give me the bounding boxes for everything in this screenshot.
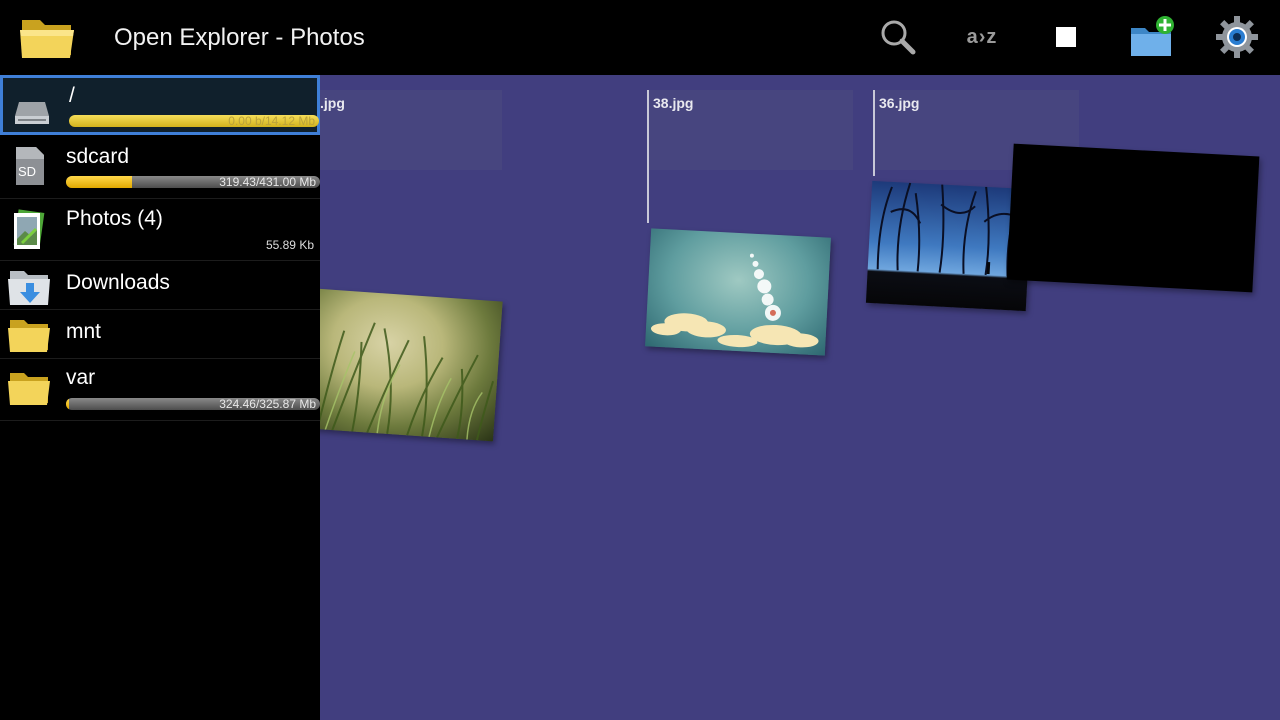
sidebar-item-var[interactable]: var 324.46/325.87 Mb	[0, 359, 320, 421]
sidebar-item-label: mnt	[66, 320, 102, 343]
gear-icon	[1216, 16, 1258, 58]
sidebar-item-downloads[interactable]: Downloads	[0, 261, 320, 310]
trees-photo-thumbnail[interactable]	[865, 180, 1033, 312]
folder-size: 55.89 Kb	[265, 238, 314, 252]
action-bar: Open Explorer - Photos a›z	[0, 0, 1280, 75]
clouds-photo-thumbnail[interactable]	[645, 228, 831, 356]
trees-image	[876, 182, 1023, 277]
downloads-folder-icon	[8, 271, 50, 305]
grass-image	[320, 322, 495, 441]
sidebar-item-mnt[interactable]: mnt	[0, 310, 320, 359]
square-icon	[1056, 27, 1076, 47]
select-button[interactable]	[1038, 10, 1094, 64]
photo-caption: 38.jpg	[653, 95, 694, 111]
black-photo-thumbnail[interactable]	[1006, 143, 1260, 293]
sort-button[interactable]: a›z	[954, 10, 1010, 64]
sort-az-icon: a›z	[966, 25, 998, 48]
svg-text:SD: SD	[18, 164, 36, 179]
drive-icon	[15, 102, 49, 124]
sidebar-item-label: Photos (4)	[66, 207, 163, 230]
sidebar-item-label: var	[66, 366, 96, 389]
photo-gallery: .jpg 38.jpg 36.jpg	[320, 75, 1280, 720]
sidebar-item-label: sdcard	[66, 145, 130, 168]
photo-caption: .jpg	[320, 95, 345, 111]
storage-bar: 319.43/431.00 Mb	[66, 176, 320, 188]
storage-bar: 0.00 b/14.12 Mb	[69, 115, 319, 127]
sidebar-item-label: /	[69, 84, 75, 107]
grass-photo-thumbnail[interactable]	[320, 288, 503, 442]
new-folder-button[interactable]	[1124, 10, 1180, 64]
settings-button[interactable]	[1209, 10, 1265, 64]
folder-icon	[8, 373, 50, 405]
sidebar-item-root[interactable]: / 0.00 b/14.12 Mb	[0, 75, 320, 135]
sd-card-icon: SD	[16, 147, 44, 185]
hanging-line	[873, 90, 875, 176]
photo-caption: 36.jpg	[879, 95, 920, 111]
storage-text: 319.43/431.00 Mb	[219, 176, 316, 188]
storage-text: 324.46/325.87 Mb	[219, 398, 316, 410]
clouds-image	[650, 253, 819, 348]
sidebar: / 0.00 b/14.12 Mb SD sdcard 319.43/431.0…	[0, 75, 320, 720]
sidebar-item-sdcard[interactable]: SD sdcard 319.43/431.00 Mb	[0, 137, 320, 199]
storage-bar: 324.46/325.87 Mb	[66, 398, 320, 410]
storage-text: 0.00 b/14.12 Mb	[228, 115, 315, 127]
new-folder-icon	[1131, 16, 1174, 56]
sidebar-item-photos[interactable]: Photos (4) 55.89 Kb	[0, 199, 320, 261]
sidebar-item-label: Downloads	[66, 271, 170, 294]
app-title: Open Explorer - Photos	[114, 24, 365, 51]
search-button[interactable]	[870, 10, 926, 64]
photos-icon	[13, 209, 45, 249]
folder-app-icon[interactable]	[18, 12, 78, 62]
search-icon	[881, 20, 916, 55]
hanging-line	[647, 90, 649, 223]
photo-caption-box	[320, 90, 502, 170]
folder-icon	[8, 320, 50, 352]
